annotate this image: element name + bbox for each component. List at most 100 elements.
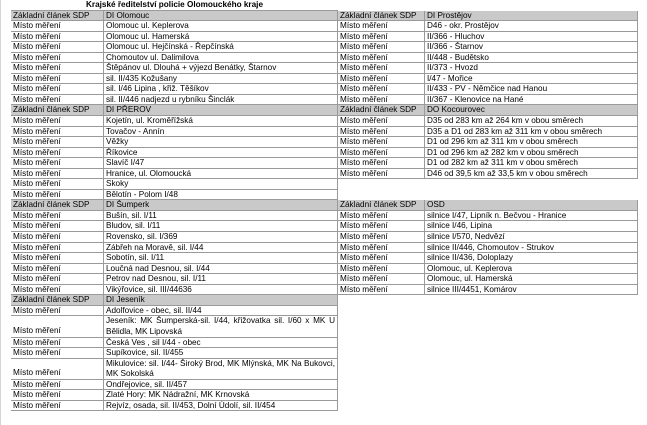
table-row: Místo měření silnice I/47, Lipník n. Bečv…	[338, 210, 638, 222]
table-row: Místo měření Supíkovice, sil. II/455	[11, 348, 338, 359]
measure-point-location: sil. II/435 Kožušany	[104, 73, 338, 85]
measure-point-location: sil. I/46 Lipina , křiž. Těšíkov	[104, 84, 338, 95]
measure-point-label: Místo měření	[11, 232, 104, 243]
measure-point-label: Místo měření	[338, 168, 425, 180]
section-name-cell: DO Kocourovec	[425, 105, 638, 117]
table-row: Místo měření Kojetín, ul. Kroměřížská	[11, 116, 338, 127]
measure-point-location: Česká Ves , sil I/44 - obec	[104, 337, 338, 349]
measure-point-location: Olomouc ul. Hamerská	[104, 31, 338, 43]
measure-point-label: Místo měření	[11, 73, 104, 85]
measure-point-label: Místo měření	[11, 116, 104, 127]
section-label-cell: Základní článek SDP	[11, 295, 104, 306]
measure-point-location: I/47 - Mořice	[425, 73, 638, 85]
measure-point-location: Bušín, sil. I/11	[104, 210, 338, 222]
section-header-row: Základní článek SDP DI Jeseník	[11, 295, 338, 306]
measure-point-label: Místo měření	[338, 63, 425, 74]
table-row: Místo měření D35 od 283 km až 264 km v ob…	[338, 116, 638, 127]
empty-cell	[338, 190, 638, 201]
measure-point-label: Místo měření	[11, 210, 104, 222]
measure-point-location: II/433 - PV - Němčice nad Hanou	[425, 84, 638, 95]
measure-point-location: D46 - okr. Prostějov	[425, 21, 638, 32]
empty-cell	[338, 179, 638, 190]
section-header-row: Základní článek SDP DI Olomouc	[11, 10, 338, 22]
measure-point-location: Sobotín, sil. I/11	[104, 253, 338, 264]
table-row: Místo měření Petrov nad Desnou, sil. I/11	[11, 274, 338, 285]
measure-point-label: Místo měření	[338, 221, 425, 233]
measure-point-location: silnice I/47, Lipník n. Bečvou - Hranice	[425, 210, 638, 222]
section-label-cell: Základní článek SDP	[338, 105, 425, 117]
measure-point-location: Olomouc ul. Hejčínská - Řepčínská	[104, 42, 338, 53]
measure-point-label: Místo měření	[338, 158, 425, 169]
measure-point-location: D35 od 283 km až 264 km v obou směrech	[425, 116, 638, 127]
measure-point-label: Místo měření	[11, 284, 104, 296]
table-row: Místo měření Olomouc, ul. Keplerova	[338, 263, 638, 275]
section-label-cell: Základní článek SDP	[338, 10, 425, 22]
measure-point-label: Místo měření	[338, 126, 425, 138]
table-row: Místo měření silnice I/570, Nedvězí	[338, 232, 638, 243]
table-row: Místo měření II/433 - PV - Němčice nad Ha…	[338, 84, 638, 95]
measure-point-location: Kojetín, ul. Kroměřížská	[104, 116, 338, 127]
table-row: Místo měření Vikýřovice, sil. III/44636	[11, 284, 338, 296]
section-label-cell: Základní článek SDP	[11, 200, 104, 211]
measure-point-label: Místo měření	[338, 232, 425, 243]
section-header-row: Základní článek SDP DI Prostějov	[338, 10, 638, 22]
measure-point-label: Místo měření	[11, 94, 104, 106]
measure-point-label: Místo měření	[11, 253, 104, 264]
measure-point-label: Místo měření	[11, 158, 104, 169]
measure-point-label: Místo měření	[338, 84, 425, 95]
measure-point-label: Místo měření	[11, 189, 104, 201]
measure-point-label: Místo měření	[11, 305, 104, 317]
table-row: Místo měření Chomoutov ul. Dalimilova	[11, 52, 338, 64]
measure-point-label: Místo měření	[11, 147, 104, 159]
measure-point-location: Skoky	[104, 179, 338, 190]
right-spacer-row	[338, 0, 638, 11]
measure-point-location: Věžky	[104, 137, 338, 148]
measure-point-label: Místo měření	[338, 31, 425, 43]
measure-point-location: II/367 - Klenovice na Hané	[425, 94, 638, 106]
section-header-row: Základní článek SDP DI Šumperk	[11, 200, 338, 211]
table-row: Místo měření Skoky	[11, 179, 338, 190]
measure-point-location: Rejvíz, osada, sil. II/453, Dolní Údolí,…	[104, 400, 338, 412]
measure-point-label: Místo měření	[338, 284, 425, 296]
table-row: Místo měření Hranice, ul. Olomoucká	[11, 168, 338, 180]
measure-point-location: Mikulovice: sil. I/44- Široký Brod, MK M…	[104, 358, 338, 380]
right-table: Základní článek SDP DI Prostějov Místo měř…	[338, 0, 638, 296]
measure-point-label: Místo měření	[11, 358, 104, 380]
table-row: Místo měření Zlaté Hory: MK Nádražní, MK …	[11, 390, 338, 401]
measure-point-label: Místo měření	[338, 137, 425, 148]
measure-point-location: Říkovice	[104, 147, 338, 159]
measure-point-location: silnice I/46, Lipina	[425, 221, 638, 233]
section-name-cell: DI Prostějov	[425, 10, 638, 22]
measure-point-label: Místo měření	[338, 21, 425, 32]
measure-point-label: Místo měření	[338, 242, 425, 254]
measure-point-label: Místo měření	[338, 147, 425, 159]
measure-point-label: Místo měření	[11, 168, 104, 180]
measure-point-label: Místo měření	[11, 42, 104, 53]
table-row: Místo měření II/367 - Klenovice na Hané	[338, 94, 638, 106]
measure-point-label: Místo měření	[338, 263, 425, 275]
measure-point-label: Místo měření	[11, 52, 104, 64]
measure-point-label: Místo měření	[11, 337, 104, 349]
section-label-cell: Základní článek SDP	[11, 10, 104, 22]
measure-point-location: silnice II/436, Doloplazy	[425, 253, 638, 264]
table-row: Místo měření silnice III/4451, Komárov	[338, 284, 638, 296]
measure-point-location: II/366 - Štarnov	[425, 42, 638, 53]
table-row: Místo měření D1 od 296 km až 311 km v obo…	[338, 137, 638, 148]
table-row: Místo měření II/373 - Hvozd	[338, 63, 638, 74]
table-row: Místo měření silnice I/46, Lipina	[338, 221, 638, 233]
section-label-cell: Základní článek SDP	[338, 200, 425, 211]
measure-point-label: Místo měření	[11, 242, 104, 254]
measure-point-location: silnice II/446, Chomoutov - Strukov	[425, 242, 638, 254]
measure-point-location: Olomouc ul. Keplerova	[104, 21, 338, 32]
measure-point-label: Místo měření	[338, 73, 425, 85]
table-row: Místo měření D35 a D1 od 283 km až 311 km…	[338, 126, 638, 138]
measure-point-label: Místo měření	[11, 274, 104, 285]
measure-point-location: II/448 - Budětsko	[425, 52, 638, 64]
left-table: Krajské ředitelství policie Olomouckého …	[11, 0, 338, 412]
measure-point-label: Místo měření	[11, 179, 104, 190]
measure-point-label: Místo měření	[11, 21, 104, 32]
measure-point-location: D46 od 39,5 km až 33,5 km v obou směrech	[425, 168, 638, 180]
measure-point-location: Jeseník: MK Šumperská-sil. I/44, křižova…	[104, 316, 338, 338]
measure-point-location: Olomouc, ul. Keplerova	[425, 263, 638, 275]
measure-point-location: Olomouc, ul. Hamerská	[425, 274, 638, 285]
